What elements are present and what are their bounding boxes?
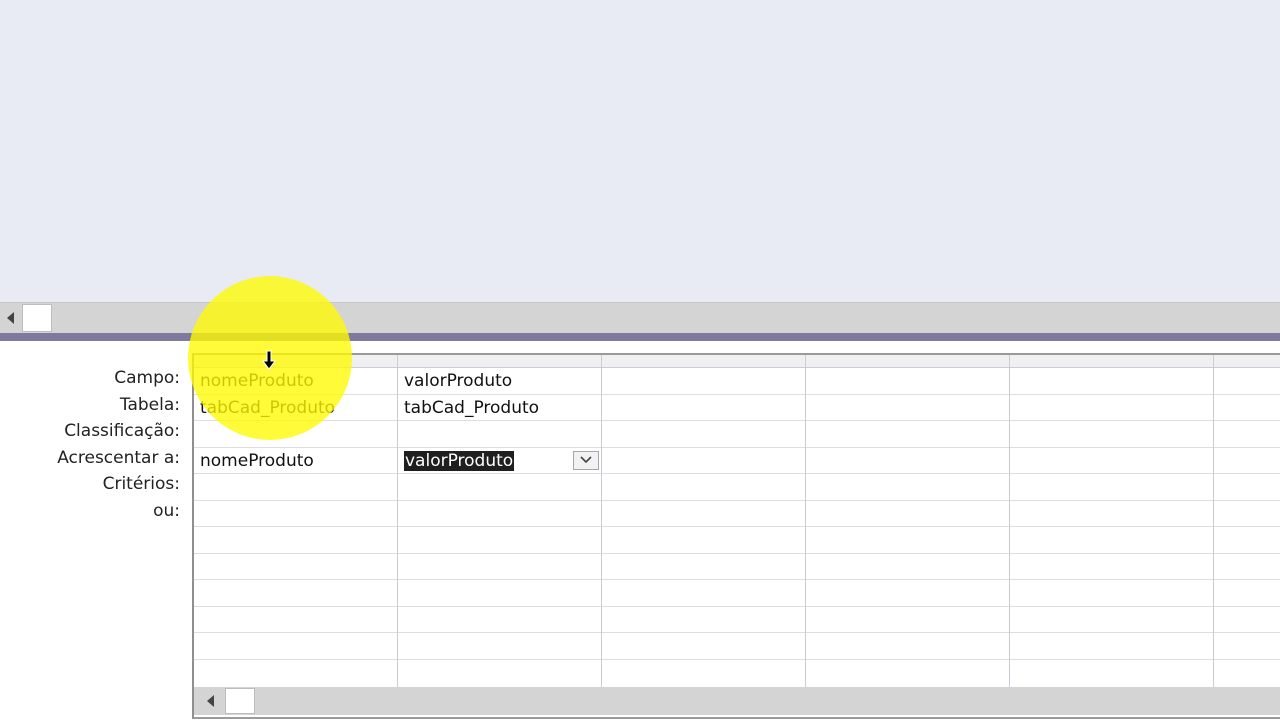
row-label-classificacao: Classificação: <box>64 421 180 441</box>
or-cell[interactable] <box>1010 501 1213 527</box>
qbe-column[interactable] <box>602 355 806 687</box>
empty-cell[interactable] <box>1010 607 1213 633</box>
empty-cell[interactable] <box>398 633 601 660</box>
empty-cell[interactable] <box>806 554 1009 580</box>
empty-cell[interactable] <box>398 554 601 580</box>
table-cell[interactable] <box>806 395 1009 421</box>
row-label-ou: ou: <box>153 500 180 521</box>
append-to-cell[interactable] <box>806 448 1009 474</box>
scroll-left-icon[interactable] <box>200 689 220 713</box>
field-cell[interactable] <box>1010 368 1213 395</box>
append-to-cell[interactable] <box>1214 448 1280 474</box>
empty-cell[interactable] <box>1010 554 1213 580</box>
table-cell[interactable]: tabCad_Produto <box>194 395 397 421</box>
criteria-cell[interactable] <box>602 474 805 501</box>
empty-cell[interactable] <box>602 607 805 633</box>
sort-cell[interactable] <box>194 421 397 448</box>
empty-cell[interactable] <box>194 580 397 607</box>
row-label-tabela: Tabela: <box>119 394 180 415</box>
criteria-cell[interactable] <box>1010 474 1213 501</box>
qbe-grid[interactable]: nomeProduto tabCad_Produto nomeProduto v… <box>192 353 1280 719</box>
empty-cell[interactable] <box>194 554 397 580</box>
column-selector[interactable] <box>1010 355 1213 368</box>
table-cell[interactable] <box>1010 395 1213 421</box>
empty-cell[interactable] <box>1214 527 1280 554</box>
append-to-cell[interactable] <box>1010 448 1213 474</box>
empty-cell[interactable] <box>1214 554 1280 580</box>
or-cell[interactable] <box>398 501 601 527</box>
field-cell[interactable] <box>806 368 1009 395</box>
scroll-thumb[interactable] <box>22 304 52 332</box>
sort-cell[interactable] <box>398 421 601 448</box>
column-selector[interactable] <box>1214 355 1280 368</box>
column-selector[interactable] <box>194 355 397 368</box>
empty-cell[interactable] <box>602 527 805 554</box>
criteria-cell[interactable] <box>398 474 601 501</box>
empty-cell[interactable] <box>1214 633 1280 660</box>
grid-horizontal-scrollbar[interactable] <box>194 687 1280 715</box>
empty-cell[interactable] <box>398 580 601 607</box>
column-selector[interactable] <box>806 355 1009 368</box>
empty-cell[interactable] <box>194 633 397 660</box>
empty-cell[interactable] <box>398 607 601 633</box>
or-cell[interactable] <box>602 501 805 527</box>
qbe-column[interactable] <box>806 355 1010 687</box>
empty-cell[interactable] <box>602 580 805 607</box>
column-selector[interactable] <box>398 355 601 368</box>
field-cell[interactable]: valorProduto <box>398 368 601 395</box>
table-cell[interactable] <box>1214 395 1280 421</box>
criteria-cell[interactable] <box>1214 474 1280 501</box>
criteria-cell[interactable] <box>806 474 1009 501</box>
empty-cell[interactable] <box>1214 580 1280 607</box>
or-cell[interactable] <box>806 501 1009 527</box>
scroll-thumb[interactable] <box>225 688 255 714</box>
qbe-column[interactable] <box>1010 355 1214 687</box>
row-label-acrescentar: Acrescentar a: <box>57 447 180 468</box>
sort-cell[interactable] <box>1214 421 1280 448</box>
empty-cell[interactable] <box>806 527 1009 554</box>
top-horizontal-scrollbar[interactable] <box>0 302 1280 333</box>
empty-cell[interactable] <box>1010 527 1213 554</box>
row-label-campo: Campo: <box>114 368 180 388</box>
qbe-column[interactable]: nomeProduto tabCad_Produto nomeProduto <box>194 355 398 687</box>
selected-value: valorProduto <box>404 450 515 471</box>
empty-cell[interactable] <box>398 527 601 554</box>
pane-splitter[interactable] <box>0 333 1280 341</box>
field-cell[interactable] <box>1214 368 1280 395</box>
criteria-cell[interactable] <box>194 474 397 501</box>
row-label-criterios: Critérios: <box>102 474 180 494</box>
or-cell[interactable] <box>194 501 397 527</box>
empty-cell[interactable] <box>602 554 805 580</box>
empty-cell[interactable] <box>1010 580 1213 607</box>
empty-cell[interactable] <box>806 633 1009 660</box>
empty-cell[interactable] <box>806 607 1009 633</box>
table-cell[interactable] <box>602 395 805 421</box>
empty-cell[interactable] <box>194 527 397 554</box>
empty-cell[interactable] <box>194 607 397 633</box>
scroll-left-icon[interactable] <box>0 306 20 330</box>
field-cell[interactable] <box>602 368 805 395</box>
sort-cell[interactable] <box>806 421 1009 448</box>
table-cell[interactable]: tabCad_Produto <box>398 395 601 421</box>
qbe-row-labels: Campo: Tabela: Classificação: Acrescenta… <box>0 365 186 524</box>
sort-cell[interactable] <box>602 421 805 448</box>
empty-cell[interactable] <box>806 580 1009 607</box>
table-design-area[interactable] <box>0 0 1280 302</box>
or-cell[interactable] <box>1214 501 1280 527</box>
append-to-cell[interactable] <box>602 448 805 474</box>
empty-cell[interactable] <box>1214 607 1280 633</box>
column-selector[interactable] <box>602 355 805 368</box>
qbe-column[interactable] <box>1214 355 1280 687</box>
qbe-column[interactable]: valorProduto tabCad_Produto valorProduto <box>398 355 602 687</box>
chevron-down-icon[interactable] <box>573 450 599 470</box>
append-to-cell[interactable]: nomeProduto <box>194 448 397 474</box>
empty-cell[interactable] <box>1010 633 1213 660</box>
field-cell[interactable]: nomeProduto <box>194 368 397 395</box>
empty-cell[interactable] <box>602 633 805 660</box>
append-to-cell-selected[interactable]: valorProduto <box>398 448 601 474</box>
sort-cell[interactable] <box>1010 421 1213 448</box>
